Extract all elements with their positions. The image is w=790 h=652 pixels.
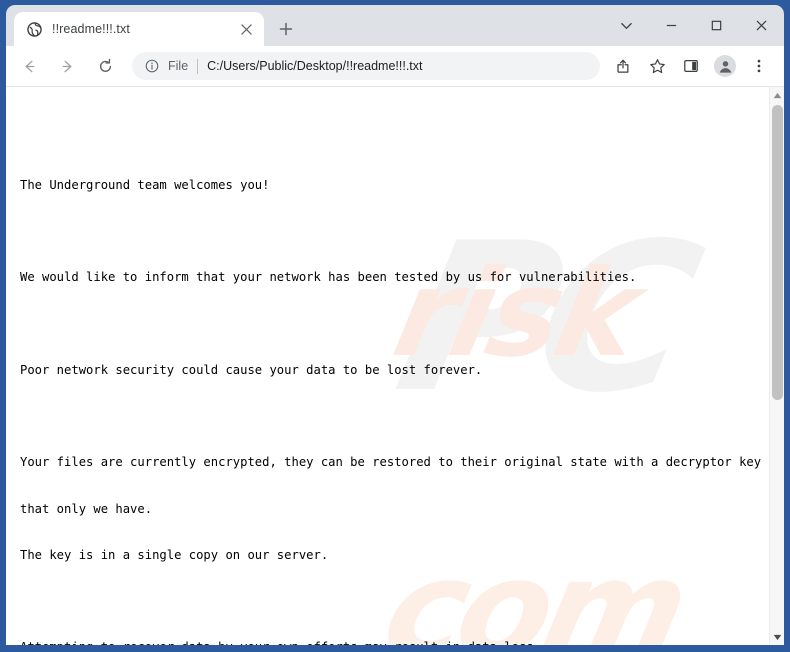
note-line: Your files are currently encrypted, they… bbox=[20, 455, 762, 470]
note-line: We would like to inform that your networ… bbox=[20, 270, 637, 285]
maximize-button[interactable] bbox=[694, 9, 739, 42]
share-icon[interactable] bbox=[609, 52, 637, 80]
ransom-note-page: PC risk com The Underground team welcome… bbox=[6, 87, 769, 645]
new-tab-button[interactable] bbox=[272, 15, 300, 43]
info-circle-icon[interactable] bbox=[144, 58, 160, 74]
url-text: C:/Users/Public/Desktop/!!readme!!!.txt bbox=[207, 59, 423, 73]
note-line: The Underground team welcomes you! bbox=[20, 178, 270, 193]
minimize-button[interactable] bbox=[649, 9, 694, 42]
note-line: Poor network security could cause your d… bbox=[20, 362, 483, 377]
close-tab-icon[interactable] bbox=[236, 19, 256, 39]
tab-strip: !!readme!!!.txt bbox=[6, 5, 784, 46]
url-scheme-label: File bbox=[168, 59, 189, 73]
note-blank-line bbox=[20, 317, 769, 332]
globe-icon bbox=[26, 21, 42, 37]
note-line: Attempting to recover data by your own e… bbox=[20, 640, 769, 645]
note-paragraphs: The Underground team welcomes you! We wo… bbox=[20, 147, 769, 645]
ransom-note-text: The Underground team welcomes you! We wo… bbox=[20, 101, 769, 645]
note-line: The key is in a single copy on our serve… bbox=[20, 547, 329, 562]
page-viewport: PC risk com The Underground team welcome… bbox=[6, 87, 784, 645]
window-controls bbox=[604, 5, 784, 46]
browser-tab[interactable]: !!readme!!!.txt bbox=[14, 12, 264, 46]
tab-title: !!readme!!!.txt bbox=[52, 22, 130, 36]
profile-avatar-icon[interactable] bbox=[711, 52, 739, 80]
browser-window: !!readme!!!.txt File C:/Users/Public/Des… bbox=[0, 0, 790, 652]
vertical-scrollbar[interactable] bbox=[769, 87, 784, 645]
browser-toolbar: File C:/Users/Public/Desktop/!!readme!!!… bbox=[6, 46, 784, 87]
note-blank-line bbox=[20, 594, 769, 609]
star-icon[interactable] bbox=[643, 52, 671, 80]
scroll-down-arrow-icon[interactable] bbox=[770, 629, 784, 645]
side-panel-icon[interactable] bbox=[677, 52, 705, 80]
omnibox-divider bbox=[197, 58, 199, 74]
back-button[interactable] bbox=[13, 50, 45, 82]
scroll-up-arrow-icon[interactable] bbox=[770, 87, 784, 103]
avatar bbox=[714, 55, 736, 77]
address-bar[interactable]: File C:/Users/Public/Desktop/!!readme!!!… bbox=[132, 52, 600, 80]
forward-button[interactable] bbox=[51, 50, 83, 82]
tab-search-button[interactable] bbox=[604, 9, 649, 42]
close-window-button[interactable] bbox=[739, 9, 784, 42]
note-blank-line bbox=[20, 409, 769, 424]
scrollbar-thumb[interactable] bbox=[772, 105, 783, 400]
three-dot-menu-icon[interactable] bbox=[745, 52, 773, 80]
reload-button[interactable] bbox=[89, 50, 121, 82]
note-blank-line bbox=[20, 224, 769, 239]
note-line: that only we have. bbox=[20, 501, 153, 516]
